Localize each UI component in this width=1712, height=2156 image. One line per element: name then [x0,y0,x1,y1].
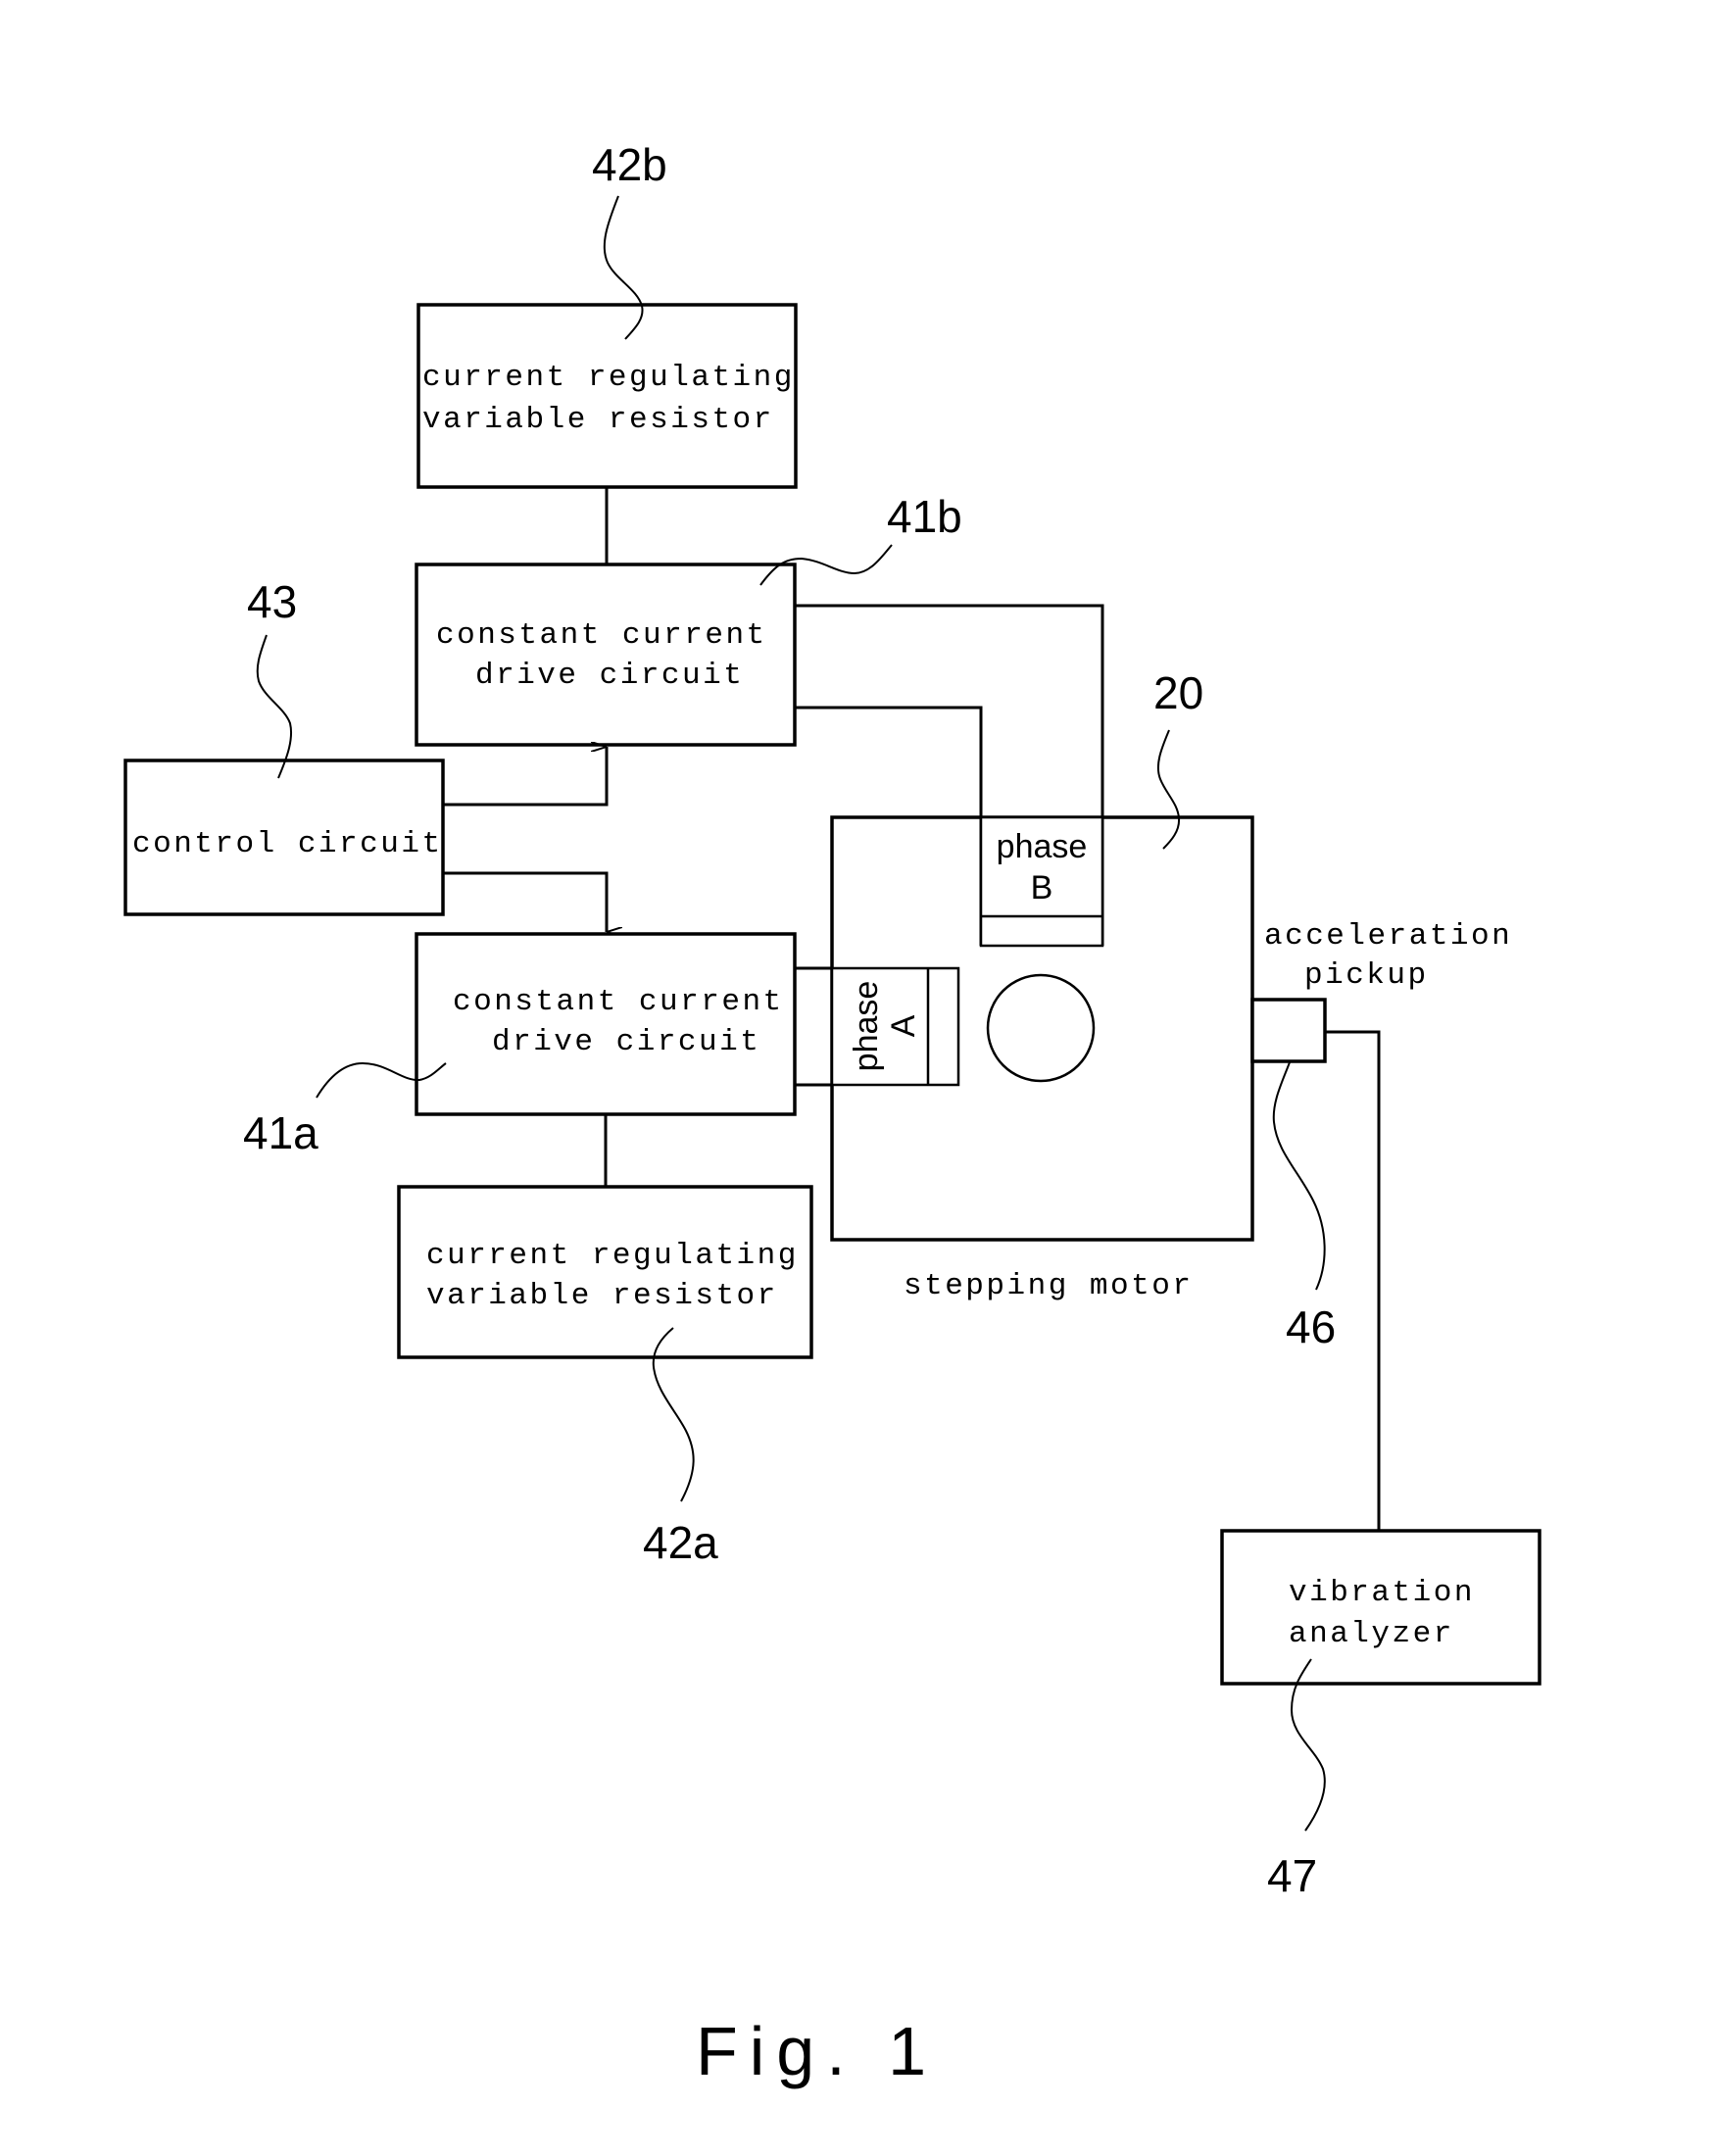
phase-a-label-line2: A [885,1014,922,1037]
drive-b-box [415,563,797,747]
phase-b-coil: phase B [979,815,1104,948]
analyzer-label-line1: vibration [1289,1576,1475,1610]
control-label: control circuit [132,827,443,861]
phase-b-label-line2: B [1031,869,1053,906]
drive-b-label-line1: constant current [436,618,767,653]
resistor-b-block: current regulating variable resistor [416,303,798,489]
ref-46: 46 [1286,1301,1336,1352]
wire-control-to-41a [443,871,607,932]
drive-a-block: constant current drive circuit [415,932,797,1116]
phase-a-label-line1: phase [848,981,885,1072]
leader-43 [256,634,292,779]
ref-47: 47 [1267,1850,1317,1901]
pickup-label-line2: pickup [1304,958,1429,993]
ref-20: 20 [1153,667,1203,718]
ref-42a: 42a [643,1517,718,1568]
resistor-a-label-line1: current regulating [426,1239,799,1273]
phase-b-label-line1: phase [997,828,1088,865]
patent-figure: current regulating variable resistor 42b… [123,139,1541,2089]
resistor-a-label-line2: variable resistor [426,1279,778,1313]
phase-a-coil: phase A [830,966,960,1087]
wire-control-to-41b [443,747,609,807]
drive-b-block: constant current drive circuit [415,563,797,747]
analyzer-label-line2: analyzer [1289,1617,1454,1651]
resistor-a-block: current regulating variable resistor [397,1185,813,1359]
analyzer-block: vibration analyzer [1220,1529,1541,1686]
drive-a-box [415,932,797,1116]
leader-46 [1272,1061,1326,1291]
ref-43: 43 [247,576,297,627]
pickup-box [1250,998,1327,1063]
ref-41a: 41a [243,1107,318,1158]
pickup-label-line1: acceleration [1264,919,1512,954]
control-block: control circuit [123,759,445,916]
ref-42b: 42b [592,139,667,190]
drive-b-label-line2: drive circuit [475,659,744,693]
resistor-b-label-line2: variable resistor [422,403,774,437]
drive-a-label-line1: constant current [453,985,784,1019]
pickup-block [1250,998,1327,1063]
ref-41b: 41b [887,491,962,542]
resistor-b-label-line1: current regulating [422,361,795,395]
wire-pickup-analyzer [1325,1030,1381,1531]
motor-label: stepping motor [904,1269,1193,1303]
figure-caption: Fig. 1 [696,2013,938,2089]
drive-a-label-line2: drive circuit [492,1025,760,1059]
resistor-b-box [416,303,798,489]
